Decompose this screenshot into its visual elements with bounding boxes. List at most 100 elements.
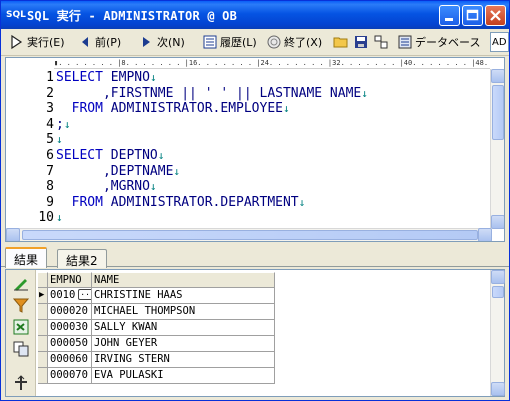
cell-edit-button[interactable]: ··· xyxy=(78,289,91,300)
code-line[interactable]: ,DEPTNAME↓ xyxy=(56,164,180,180)
row-header[interactable]: ▶ xyxy=(38,288,48,304)
results-vertical-scrollbar[interactable] xyxy=(490,270,505,396)
cell-empno[interactable]: 0010··· xyxy=(48,288,92,304)
code-line[interactable]: ;↓ xyxy=(56,117,70,133)
scroll-right-button[interactable] xyxy=(478,228,492,241)
filter-icon[interactable] xyxy=(12,296,30,314)
cell-empno-value: 000020 xyxy=(50,305,88,317)
layout-button[interactable] xyxy=(373,32,389,52)
cell-name[interactable]: SALLY KWAN xyxy=(92,320,275,336)
code-line-text: ; xyxy=(56,116,64,132)
sql-execute-window: SQL SQL 実行 - ADMINISTRATOR @ OB 実行(E) 前(… xyxy=(0,0,510,401)
scroll-left-button[interactable] xyxy=(6,228,20,241)
grid-corner[interactable] xyxy=(38,272,48,288)
row-header[interactable] xyxy=(38,368,48,384)
copy-icon[interactable] xyxy=(12,340,30,358)
cell-name[interactable]: MICHAEL THOMPSON xyxy=(92,304,275,320)
code-line[interactable]: ↓ xyxy=(56,132,63,148)
line-number: 9 xyxy=(46,194,54,210)
close-icon xyxy=(490,10,501,21)
eol-marker: ↓ xyxy=(63,117,71,131)
line-number: 7 xyxy=(46,163,54,179)
tab-result-1[interactable]: 結果 xyxy=(5,247,48,268)
prev-button[interactable]: 前(P) xyxy=(77,32,121,52)
exit-button[interactable]: 終了(X) xyxy=(266,32,322,52)
code-line[interactable]: ,FIRSTNME || ' ' || LASTNAME NAME↓ xyxy=(56,86,368,102)
row-header[interactable] xyxy=(38,352,48,368)
code-line-text: SELECT EMPNO xyxy=(56,70,150,85)
code-line[interactable]: SELECT DEPTNO↓ xyxy=(56,148,164,164)
scroll-down-button[interactable] xyxy=(491,215,504,229)
cell-empno[interactable]: 000030 xyxy=(48,320,92,336)
editor-vertical-scrollbar[interactable] xyxy=(490,69,504,229)
next-label: 次(N) xyxy=(157,36,185,49)
minimize-button[interactable] xyxy=(439,5,460,26)
line-number: 2 xyxy=(46,85,54,101)
tab-result-2[interactable]: 結果2 xyxy=(57,249,107,268)
cell-empno[interactable]: 000020 xyxy=(48,304,92,320)
code-line[interactable]: SELECT EMPNO↓ xyxy=(56,70,157,86)
prev-icon xyxy=(82,37,88,47)
cell-empno[interactable]: 000060 xyxy=(48,352,92,368)
eol-marker: ↓ xyxy=(149,71,157,84)
results-scroll-down[interactable] xyxy=(491,382,505,396)
cell-empno[interactable]: 000070 xyxy=(48,368,92,384)
row-header[interactable] xyxy=(38,304,48,320)
sql-app-icon: SQL xyxy=(6,10,26,20)
row-header[interactable] xyxy=(38,336,48,352)
result-tabs: 結果 結果2 xyxy=(1,247,509,268)
split-icon[interactable] xyxy=(12,374,30,392)
code-line-text: FROM ADMINISTRATOR.EMPLOYEE xyxy=(71,101,283,117)
line-number: 10 xyxy=(38,210,54,226)
database-combo[interactable]: AD xyxy=(490,32,509,52)
maximize-icon xyxy=(466,9,479,21)
code-line-text: SELECT DEPTNO xyxy=(56,148,158,163)
database-button[interactable]: データベース xyxy=(397,32,480,52)
code-line-text: ,FIRSTNME || ' ' || LASTNAME NAME xyxy=(56,85,362,101)
title-bar[interactable]: SQL SQL 実行 - ADMINISTRATOR @ OB xyxy=(1,1,509,29)
result-side-toolbar xyxy=(6,270,36,396)
scroll-thumb[interactable] xyxy=(492,85,504,140)
code-line[interactable]: FROM ADMINISTRATOR.DEPARTMENT↓ xyxy=(56,194,306,211)
code-line[interactable]: FROM ADMINISTRATOR.EMPLOYEE↓ xyxy=(56,101,290,117)
next-button[interactable]: 次(N) xyxy=(139,32,185,52)
h-scroll-thumb[interactable] xyxy=(22,230,478,240)
scroll-up-button[interactable] xyxy=(491,69,504,83)
toolbar: 実行(E) 前(P) 次(N) 履歴(L) 終了(X) データベース AD xyxy=(1,29,509,56)
column-header-empno[interactable]: EMPNO xyxy=(48,272,92,288)
maximize-button[interactable] xyxy=(462,5,483,26)
folder-open-icon xyxy=(333,37,348,48)
editor-horizontal-scrollbar[interactable] xyxy=(6,228,492,241)
history-list-icon xyxy=(203,35,217,49)
code-line[interactable]: ↓ xyxy=(56,210,63,226)
edit-pencil-icon[interactable] xyxy=(12,274,30,292)
history-button[interactable]: 履歴(L) xyxy=(202,32,257,52)
execute-button[interactable]: 実行(E) xyxy=(9,32,65,52)
eol-marker: ↓ xyxy=(56,211,63,225)
line-number: 4 xyxy=(46,116,54,132)
results-scroll-thumb[interactable] xyxy=(492,286,504,298)
eol-marker: ↓ xyxy=(173,164,181,178)
code-line-text: ,DEPTNAME xyxy=(56,163,174,179)
save-button[interactable] xyxy=(353,32,369,52)
exit-icon xyxy=(267,35,281,49)
code-line-text: FROM ADMINISTRATOR.DEPARTMENT xyxy=(71,194,299,210)
open-folder-button[interactable] xyxy=(333,32,349,52)
column-header-name[interactable]: NAME xyxy=(92,272,275,288)
eol-marker: ↓ xyxy=(298,195,306,209)
row-header[interactable] xyxy=(38,320,48,336)
cell-name[interactable]: JOHN GEYER xyxy=(92,336,275,352)
cell-name[interactable]: EVA PULASKI xyxy=(92,368,275,384)
cell-empno-value: 000060 xyxy=(50,353,88,365)
window-title: SQL 実行 - ADMINISTRATOR @ OB xyxy=(27,9,238,23)
cell-name[interactable]: CHRISTINE HAAS xyxy=(92,288,275,304)
close-button[interactable] xyxy=(485,5,506,26)
play-icon xyxy=(11,34,23,50)
cell-name[interactable]: IRVING STERN xyxy=(92,352,275,368)
results-scroll-up[interactable] xyxy=(491,270,505,284)
code-line[interactable]: ,MGRNO↓ xyxy=(56,179,157,195)
sql-editor[interactable]: ▮. . . . . . . |8. . . . . . . |16. . . … xyxy=(5,57,505,242)
export-sheet-icon[interactable] xyxy=(12,318,30,336)
cell-empno-value: 000030 xyxy=(50,321,88,333)
cell-empno[interactable]: 000050 xyxy=(48,336,92,352)
